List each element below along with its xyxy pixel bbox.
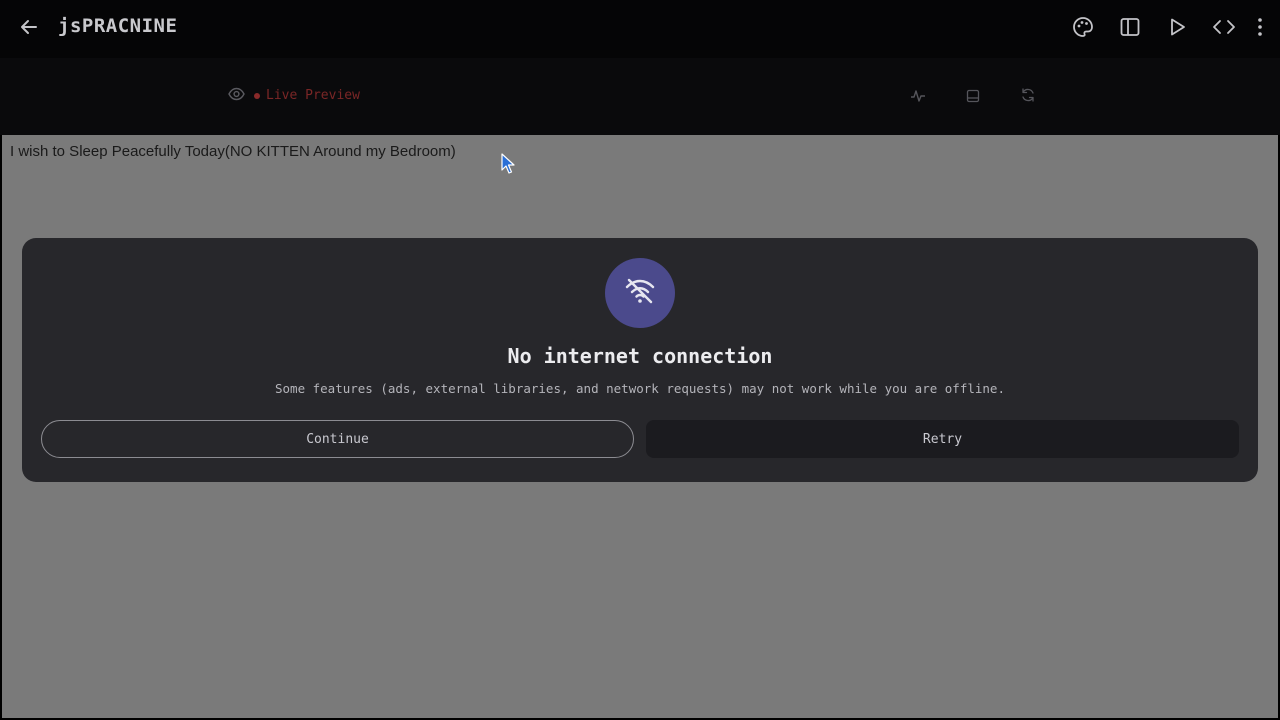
theme-button[interactable] [1067,13,1099,45]
app-bar: jsPRACNINE [0,0,1280,58]
dialog-title: No internet connection [507,344,773,368]
app-title: jsPRACNINE [58,15,178,37]
refresh-icon [1020,87,1036,107]
eye-icon [228,86,245,105]
palette-icon [1072,16,1094,42]
split-view-button[interactable] [1114,13,1146,45]
panel-icon [1119,16,1141,42]
dialog-message: Some features (ads, external libraries, … [275,381,1005,396]
more-menu-button[interactable] [1250,13,1270,45]
continue-button[interactable]: Continue [41,420,634,458]
console-button[interactable] [905,84,931,110]
top-actions [1052,13,1270,45]
activity-icon [910,88,926,107]
wifi-off-badge [605,258,675,328]
live-status-dot [254,92,260,99]
layout-button[interactable] [960,84,986,110]
app-window: jsPRACNINE Live Preview I wish to Sleep … [0,0,1280,720]
preview-toolbar: Live Preview [0,58,1280,135]
arrow-left-icon [19,17,39,41]
layout-icon [966,88,980,107]
refresh-button[interactable] [1015,84,1041,110]
code-icon [1212,16,1236,42]
mouse-cursor-icon [500,153,516,175]
back-button[interactable] [14,15,44,43]
run-button[interactable] [1161,13,1193,45]
page-text: I wish to Sleep Peacefully Today(NO KITT… [10,143,456,160]
preview-tools [905,84,1041,110]
more-vert-icon [1257,17,1263,41]
live-preview-label: Live Preview [228,86,360,105]
live-preview-text: Live Preview [266,88,360,103]
play-icon [1166,16,1188,42]
retry-button[interactable]: Retry [646,420,1239,458]
offline-dialog: No internet connection Some features (ad… [22,238,1258,482]
wifi-off-icon [623,274,657,312]
code-button[interactable] [1208,13,1240,45]
